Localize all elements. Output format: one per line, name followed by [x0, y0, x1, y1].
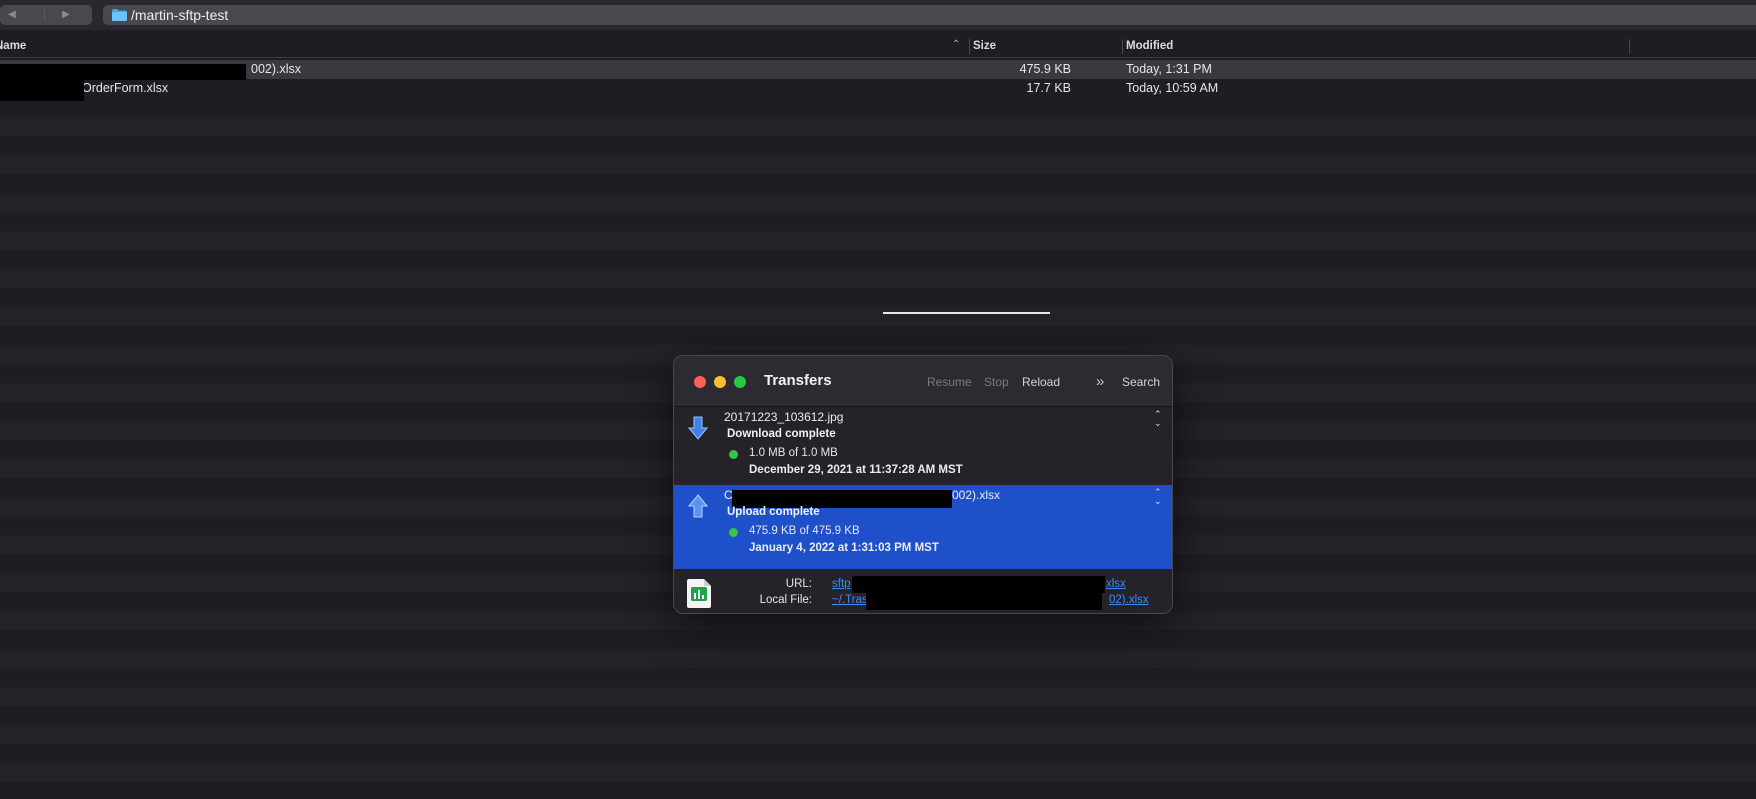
stop-button[interactable]: Stop	[984, 375, 1009, 389]
transfer-progress: 1.0 MB of 1.0 MB	[749, 447, 838, 459]
transfer-status: Upload complete	[727, 506, 820, 518]
expand-stepper-icon[interactable]: ⌃ ⌄	[1154, 410, 1162, 428]
url-link-suffix[interactable]: xlsx	[1106, 578, 1126, 590]
sort-ascending-icon: ⌃	[952, 39, 961, 50]
upload-arrow-icon	[688, 494, 708, 518]
drag-indicator-line	[883, 312, 1050, 314]
column-header-modified[interactable]: Modified	[1126, 40, 1173, 52]
file-size: 475.9 KB	[1019, 62, 1071, 76]
status-dot-icon	[729, 450, 738, 459]
transfer-date: December 29, 2021 at 11:37:28 AM MST	[749, 464, 963, 476]
file-list-header: Name ⌃ Size Modified	[0, 36, 1756, 58]
transfer-date: January 4, 2022 at 1:31:03 PM MST	[749, 542, 939, 554]
file-row[interactable]: OrderForm.xlsx 17.7 KB Today, 10:59 AM	[0, 78, 1756, 101]
status-dot-icon	[729, 528, 738, 537]
zoom-window-button[interactable]	[734, 376, 746, 388]
transfer-details-panel: URL: sftp xlsx Local File: ~/.Tras 02).x…	[674, 569, 1172, 613]
transfer-status: Download complete	[727, 428, 836, 440]
current-path: /martin-sftp-test	[131, 7, 229, 23]
file-name: 002).xlsx	[251, 62, 302, 76]
expand-stepper-icon[interactable]: ⌃ ⌄	[1154, 488, 1162, 506]
local-file-label: Local File:	[759, 594, 812, 606]
file-row-selected[interactable]: 002).xlsx 475.9 KB Today, 1:31 PM	[0, 60, 1756, 80]
navigation-segmented-control: ◀ ▶	[0, 5, 92, 25]
forward-button[interactable]: ▶	[46, 5, 86, 25]
transfer-file-name: 20171223_103612.jpg	[724, 410, 844, 424]
browser-toolbar: ◀ ▶ /martin-sftp-test	[0, 0, 1756, 30]
redaction-bar	[0, 78, 84, 101]
nav-divider	[44, 9, 45, 21]
column-separator[interactable]	[969, 39, 970, 54]
url-link-prefix[interactable]: sftp	[832, 578, 851, 590]
transfers-titlebar: Transfers Resume Stop Reload » Search	[674, 356, 1172, 407]
window-title: Transfers	[764, 372, 832, 389]
transfer-item-upload[interactable]: C 002).xlsx ⌃ ⌄ Upload complete 475.9 KB …	[674, 485, 1172, 569]
path-selector[interactable]: /martin-sftp-test	[103, 5, 1756, 25]
local-file-link-prefix[interactable]: ~/.Tras	[832, 594, 868, 606]
reload-button[interactable]: Reload	[1022, 375, 1060, 389]
minimize-window-button[interactable]	[714, 376, 726, 388]
redaction-bar	[866, 592, 1102, 610]
transfer-progress: 475.9 KB of 475.9 KB	[749, 525, 860, 537]
excel-file-icon	[687, 579, 711, 608]
transfers-window: Transfers Resume Stop Reload » Search 20…	[673, 355, 1173, 614]
column-header-name[interactable]: Name	[0, 40, 26, 52]
folder-icon	[112, 9, 127, 21]
resume-button[interactable]: Resume	[927, 375, 972, 389]
transfer-file-name-suffix: 002).xlsx	[952, 488, 1001, 502]
file-modified: Today, 1:31 PM	[1126, 62, 1212, 76]
back-button[interactable]: ◀	[0, 5, 32, 25]
search-button[interactable]: Search	[1122, 375, 1160, 389]
redaction-bar	[852, 576, 1105, 593]
file-size: 17.7 KB	[1026, 81, 1071, 95]
column-separator[interactable]	[1629, 39, 1630, 54]
overflow-chevron-icon[interactable]: »	[1096, 373, 1104, 390]
transfer-item-download[interactable]: 20171223_103612.jpg ⌃ ⌄ Download complete…	[674, 407, 1172, 491]
column-header-size[interactable]: Size	[973, 40, 996, 52]
url-label: URL:	[785, 578, 812, 590]
file-modified: Today, 10:59 AM	[1126, 81, 1219, 95]
file-name: OrderForm.xlsx	[82, 81, 169, 95]
local-file-link-suffix[interactable]: 02).xlsx	[1109, 594, 1149, 606]
close-window-button[interactable]	[694, 376, 706, 388]
download-arrow-icon	[688, 416, 708, 440]
column-separator[interactable]	[1122, 39, 1123, 54]
